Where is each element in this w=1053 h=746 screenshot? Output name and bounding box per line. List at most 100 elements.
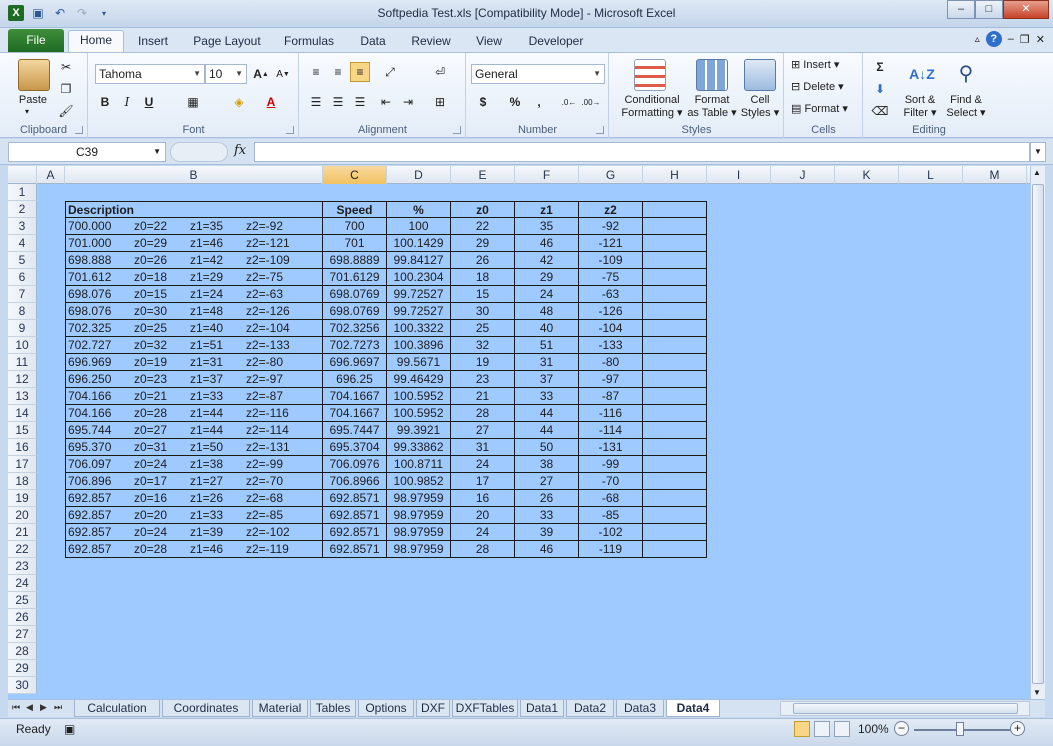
table-cell-z1[interactable]: 50 (515, 439, 579, 456)
sheet-tab-data2[interactable]: Data2 (566, 700, 614, 717)
table-cell-z2[interactable]: -133 (579, 337, 643, 354)
next-sheet-icon[interactable]: ▶ (40, 702, 47, 713)
accounting-format-icon[interactable]: $ (473, 92, 493, 112)
table-header-cell[interactable]: % (387, 201, 451, 218)
table-cell-description[interactable]: 696.969 z0=19 z1=31 z2=-80 (65, 354, 323, 371)
table-cell-empty[interactable] (643, 524, 707, 541)
row-header-3[interactable]: 3 (8, 218, 37, 235)
row-header-6[interactable]: 6 (8, 269, 37, 286)
table-cell-empty[interactable] (643, 337, 707, 354)
table-cell-speed[interactable]: 692.8571 (323, 541, 387, 558)
table-cell-speed[interactable]: 698.8889 (323, 252, 387, 269)
row-header-1[interactable]: 1 (8, 184, 37, 201)
table-cell-speed[interactable]: 706.8966 (323, 473, 387, 490)
table-cell-empty[interactable] (643, 541, 707, 558)
sheet-tab-options[interactable]: Options (358, 700, 414, 717)
table-cell-z2[interactable]: -104 (579, 320, 643, 337)
sheet-tab-data3[interactable]: Data3 (616, 700, 664, 717)
find-select-icon[interactable]: ⚲ (950, 59, 982, 91)
macro-record-icon[interactable]: ▣ (64, 722, 75, 736)
scroll-down-icon[interactable]: ▼ (1033, 688, 1041, 697)
table-cell-z0[interactable]: 29 (451, 235, 515, 252)
table-cell-description[interactable]: 692.857 z0=28 z1=46 z2=-119 (65, 541, 323, 558)
table-cell-description[interactable]: 702.325 z0=25 z1=40 z2=-104 (65, 320, 323, 337)
row-header-12[interactable]: 12 (8, 371, 37, 388)
sheet-tab-coordinates[interactable]: Coordinates (162, 700, 250, 717)
table-cell-empty[interactable] (643, 490, 707, 507)
table-cell-z0[interactable]: 17 (451, 473, 515, 490)
minimize-button[interactable]: – (947, 0, 975, 19)
row-header-7[interactable]: 7 (8, 286, 37, 303)
row-header-19[interactable]: 19 (8, 490, 37, 507)
table-cell-speed[interactable]: 702.7273 (323, 337, 387, 354)
horizontal-scroll-thumb[interactable] (793, 703, 1018, 714)
table-cell-empty[interactable] (643, 388, 707, 405)
table-cell-percent[interactable]: 100.5952 (387, 388, 451, 405)
align-center-icon[interactable]: ☰ (328, 92, 348, 112)
row-header-5[interactable]: 5 (8, 252, 37, 269)
table-cell-percent[interactable]: 98.97959 (387, 490, 451, 507)
number-dialog-launcher[interactable] (596, 126, 604, 134)
table-cell-description[interactable]: 692.857 z0=20 z1=33 z2=-85 (65, 507, 323, 524)
workbook-restore-icon[interactable]: ❐ (1020, 33, 1030, 46)
horizontal-scrollbar[interactable] (780, 701, 1030, 716)
table-cell-z1[interactable]: 24 (515, 286, 579, 303)
table-cell-empty[interactable] (643, 303, 707, 320)
table-cell-z1[interactable]: 33 (515, 388, 579, 405)
table-cell-z1[interactable]: 33 (515, 507, 579, 524)
table-cell-speed[interactable]: 696.25 (323, 371, 387, 388)
fill-icon[interactable]: ⬇ (870, 79, 890, 99)
table-cell-speed[interactable]: 701 (323, 235, 387, 252)
table-cell-z1[interactable]: 40 (515, 320, 579, 337)
tab-developer[interactable]: Developer (522, 32, 590, 52)
format-as-table-button[interactable]: Format as Table ▾ (684, 94, 740, 120)
table-cell-percent[interactable]: 100.5952 (387, 405, 451, 422)
table-cell-percent[interactable]: 99.3921 (387, 422, 451, 439)
insert-function-icon[interactable]: fx (234, 143, 246, 158)
column-header-c[interactable]: C (323, 166, 387, 184)
table-cell-z0[interactable]: 26 (451, 252, 515, 269)
table-cell-z2[interactable]: -109 (579, 252, 643, 269)
column-header-e[interactable]: E (451, 166, 515, 184)
increase-indent-icon[interactable]: ⇥ (398, 92, 418, 112)
table-cell-z2[interactable]: -119 (579, 541, 643, 558)
wrap-text-icon[interactable]: ⏎ (430, 62, 450, 82)
table-cell-z0[interactable]: 18 (451, 269, 515, 286)
sort-filter-icon[interactable]: A↓Z (906, 59, 938, 91)
table-cell-percent[interactable]: 99.5671 (387, 354, 451, 371)
cell-styles-button[interactable]: Cell Styles ▾ (738, 94, 782, 120)
row-header-26[interactable]: 26 (8, 609, 37, 626)
paste-dropdown-icon[interactable]: ▾ (25, 107, 29, 116)
formula-bar-divider[interactable] (170, 142, 228, 162)
table-cell-z1[interactable]: 27 (515, 473, 579, 490)
table-cell-empty[interactable] (643, 218, 707, 235)
table-cell-empty[interactable] (643, 320, 707, 337)
table-cell-z2[interactable]: -121 (579, 235, 643, 252)
table-cell-description[interactable]: 701.000 z0=29 z1=46 z2=-121 (65, 235, 323, 252)
table-header-cell[interactable]: z1 (515, 201, 579, 218)
table-cell-speed[interactable]: 692.8571 (323, 490, 387, 507)
table-cell-percent[interactable]: 100.1429 (387, 235, 451, 252)
close-button[interactable]: ✕ (1003, 0, 1049, 19)
tab-home[interactable]: Home (68, 30, 124, 52)
align-middle-icon[interactable]: ≡ (328, 62, 348, 82)
table-cell-description[interactable]: 698.076 z0=15 z1=24 z2=-63 (65, 286, 323, 303)
table-cell-z2[interactable]: -116 (579, 405, 643, 422)
table-cell-empty[interactable] (643, 269, 707, 286)
format-painter-icon[interactable]: 🖌 (56, 101, 76, 121)
vertical-scrollbar[interactable]: ▲ ▼ (1030, 166, 1045, 699)
sheet-tab-tables[interactable]: Tables (310, 700, 356, 717)
table-cell-empty[interactable] (643, 405, 707, 422)
table-cell-empty[interactable] (643, 252, 707, 269)
decrease-decimal-icon[interactable]: .00→ (581, 92, 601, 112)
expand-formula-bar-icon[interactable]: ▼ (1030, 142, 1046, 162)
table-cell-speed[interactable]: 706.0976 (323, 456, 387, 473)
table-cell-z1[interactable]: 29 (515, 269, 579, 286)
row-header-18[interactable]: 18 (8, 473, 37, 490)
table-cell-z1[interactable]: 44 (515, 422, 579, 439)
table-cell-speed[interactable]: 701.6129 (323, 269, 387, 286)
conditional-formatting-button[interactable]: Conditional Formatting ▾ (614, 94, 690, 120)
table-cell-percent[interactable]: 100 (387, 218, 451, 235)
tab-formulas[interactable]: Formulas (278, 32, 340, 52)
table-cell-percent[interactable]: 100.8711 (387, 456, 451, 473)
